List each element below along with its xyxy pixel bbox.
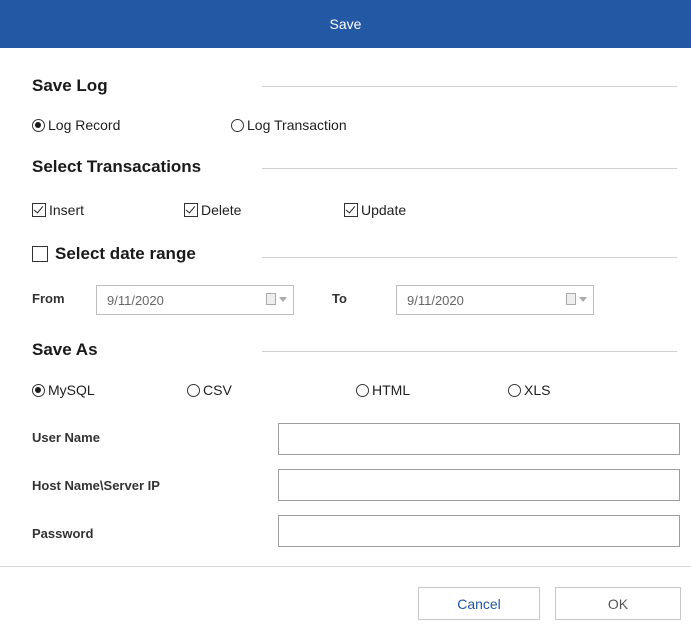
checkbox-box-checked[interactable]	[344, 203, 358, 217]
radio-button[interactable]	[356, 383, 369, 397]
radio-label: HTML	[372, 382, 411, 398]
to-date-value: 9/11/2020	[407, 292, 464, 308]
checkbox-delete[interactable]: Delete	[184, 202, 241, 218]
radio-label: XLS	[524, 382, 551, 398]
checkbox-label: Delete	[201, 202, 242, 218]
checkbox-label: Insert	[49, 202, 85, 218]
checkbox-label: Select date range	[55, 244, 196, 263]
checkbox-select-date-range[interactable]: Select date range	[32, 244, 196, 264]
radio-log-transaction[interactable]: Log Transaction	[231, 117, 347, 133]
select-transactions-heading: Select Transacations	[32, 157, 202, 176]
checkbox-box-checked[interactable]	[32, 203, 46, 217]
radio-button[interactable]	[231, 118, 244, 132]
host-name-input[interactable]	[278, 469, 680, 501]
chevron-down-icon	[279, 296, 287, 302]
date-range-divider	[262, 257, 677, 258]
cancel-button[interactable]: Cancel	[418, 587, 540, 620]
radio-mysql[interactable]: MySQL	[32, 382, 95, 398]
user-name-label: User Name	[32, 430, 100, 445]
save-log-heading: Save Log	[32, 76, 108, 95]
checkbox-update[interactable]: Update	[344, 202, 406, 218]
to-label: To	[332, 291, 347, 306]
from-date-dropdown-button[interactable]	[266, 293, 287, 305]
password-label: Password	[32, 526, 94, 541]
checkbox-box[interactable]	[32, 246, 48, 262]
from-date-picker[interactable]: 9/11/2020	[96, 285, 294, 315]
radio-button-checked[interactable]	[32, 118, 45, 132]
checkbox-insert[interactable]: Insert	[32, 202, 84, 218]
host-name-label: Host Name\Server IP	[32, 478, 160, 493]
checkbox-box-checked[interactable]	[184, 203, 198, 217]
radio-button[interactable]	[187, 383, 200, 397]
radio-log-record[interactable]: Log Record	[32, 117, 120, 133]
save-as-heading: Save As	[32, 340, 98, 359]
calendar-icon	[266, 293, 276, 305]
chevron-down-icon	[579, 296, 587, 302]
checkbox-label: Update	[361, 202, 407, 218]
radio-csv[interactable]: CSV	[187, 382, 232, 398]
radio-button-checked[interactable]	[32, 383, 45, 397]
user-name-input[interactable]	[278, 423, 680, 455]
transactions-divider	[262, 168, 677, 169]
from-label: From	[32, 291, 65, 306]
to-date-picker[interactable]: 9/11/2020	[396, 285, 594, 315]
to-date-dropdown-button[interactable]	[566, 293, 587, 305]
radio-html[interactable]: HTML	[356, 382, 410, 398]
from-date-value: 9/11/2020	[107, 292, 164, 308]
radio-label: MySQL	[48, 382, 95, 398]
ok-button[interactable]: OK	[555, 587, 681, 620]
radio-button[interactable]	[508, 383, 521, 397]
radio-xls[interactable]: XLS	[508, 382, 550, 398]
radio-label: CSV	[203, 382, 232, 398]
save-log-divider	[262, 86, 677, 87]
save-as-divider	[262, 351, 677, 352]
calendar-icon	[566, 293, 576, 305]
dialog-title: Save	[329, 16, 362, 32]
radio-label: Log Transaction	[247, 117, 347, 133]
password-input[interactable]	[278, 515, 680, 547]
footer-divider	[0, 566, 691, 567]
dialog-title-bar: Save	[0, 0, 691, 48]
radio-label: Log Record	[48, 117, 121, 133]
